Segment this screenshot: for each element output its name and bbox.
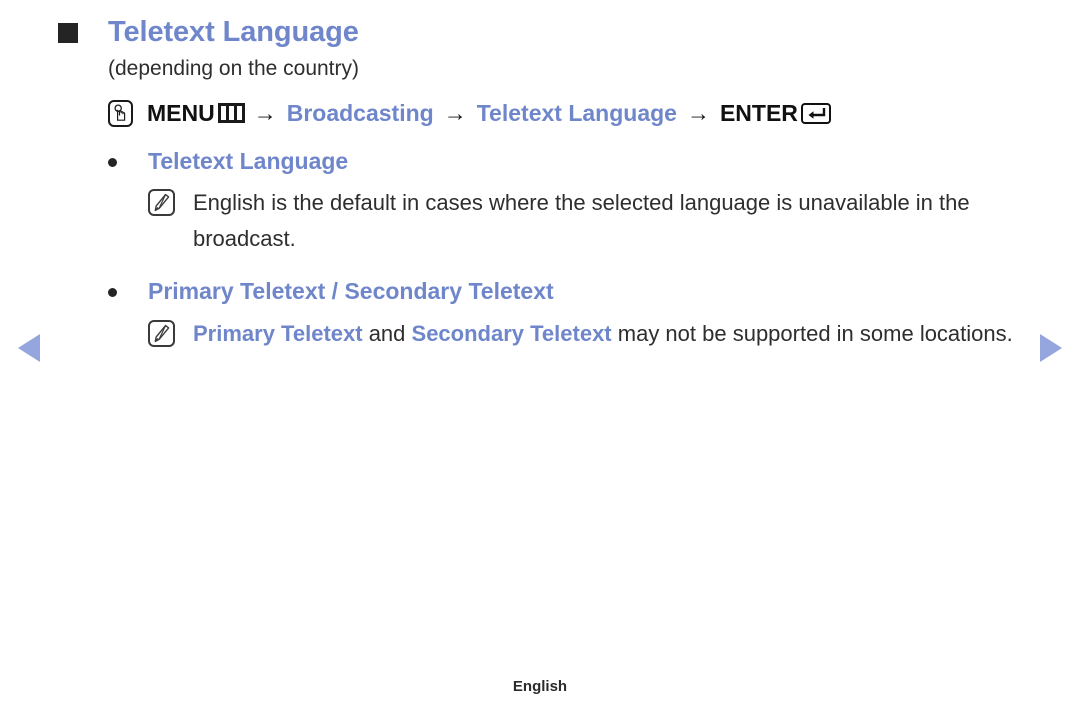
note-part-tail: may not be supported in some locations. [611,320,1013,346]
square-bullet-icon [58,23,78,43]
page-subtitle: (depending on the country) [108,57,360,81]
round-bullet-icon [108,287,117,297]
menu-path-arrow-2: → [443,99,467,126]
enter-return-icon [800,102,831,124]
menu-path-arrow-3: → [686,99,710,126]
menu-bars-icon [217,103,245,124]
note-row: Primary Teletext and Secondary Teletext … [148,316,1080,352]
round-bullet-icon [108,157,117,167]
note-text: Primary Teletext and Secondary Teletext … [193,316,1013,352]
menu-path-enter-label: ENTER [719,99,798,126]
manual-page: Teletext Language (depending on the coun… [0,0,1080,705]
option-label-primary-secondary-teletext: Primary Teletext / Secondary Teletext [148,277,554,304]
menu-path-broadcasting: Broadcasting [286,99,434,126]
note-text: English is the default in cases where th… [193,185,1033,256]
page-title: Teletext Language [108,16,359,48]
note-part-and: and [362,320,412,346]
note-pencil-icon [148,319,175,347]
note-row: English is the default in cases where th… [148,185,1080,256]
page-content: Teletext Language (depending on the coun… [0,0,1080,351]
note-part: English is the default in cases where th… [193,190,970,252]
footer-language-label: English [512,678,568,695]
list-item: Primary Teletext / Secondary Teletext [108,277,1080,307]
menu-path: MENU → Broadcasting → Teletext Language … [108,99,1080,127]
note-part-primary: Primary Teletext [193,320,363,346]
note-pencil-icon [148,189,175,217]
menu-path-arrow-1: → [253,99,277,126]
menu-path-teletext-language: Teletext Language [476,99,677,126]
page-heading-row: Teletext Language [0,0,1080,50]
hand-press-icon [108,99,133,127]
option-label-teletext-language: Teletext Language [148,147,349,174]
menu-path-menu-label: MENU [147,99,215,126]
list-item: Teletext Language [108,147,1080,177]
note-part-secondary: Secondary Teletext [411,320,612,346]
